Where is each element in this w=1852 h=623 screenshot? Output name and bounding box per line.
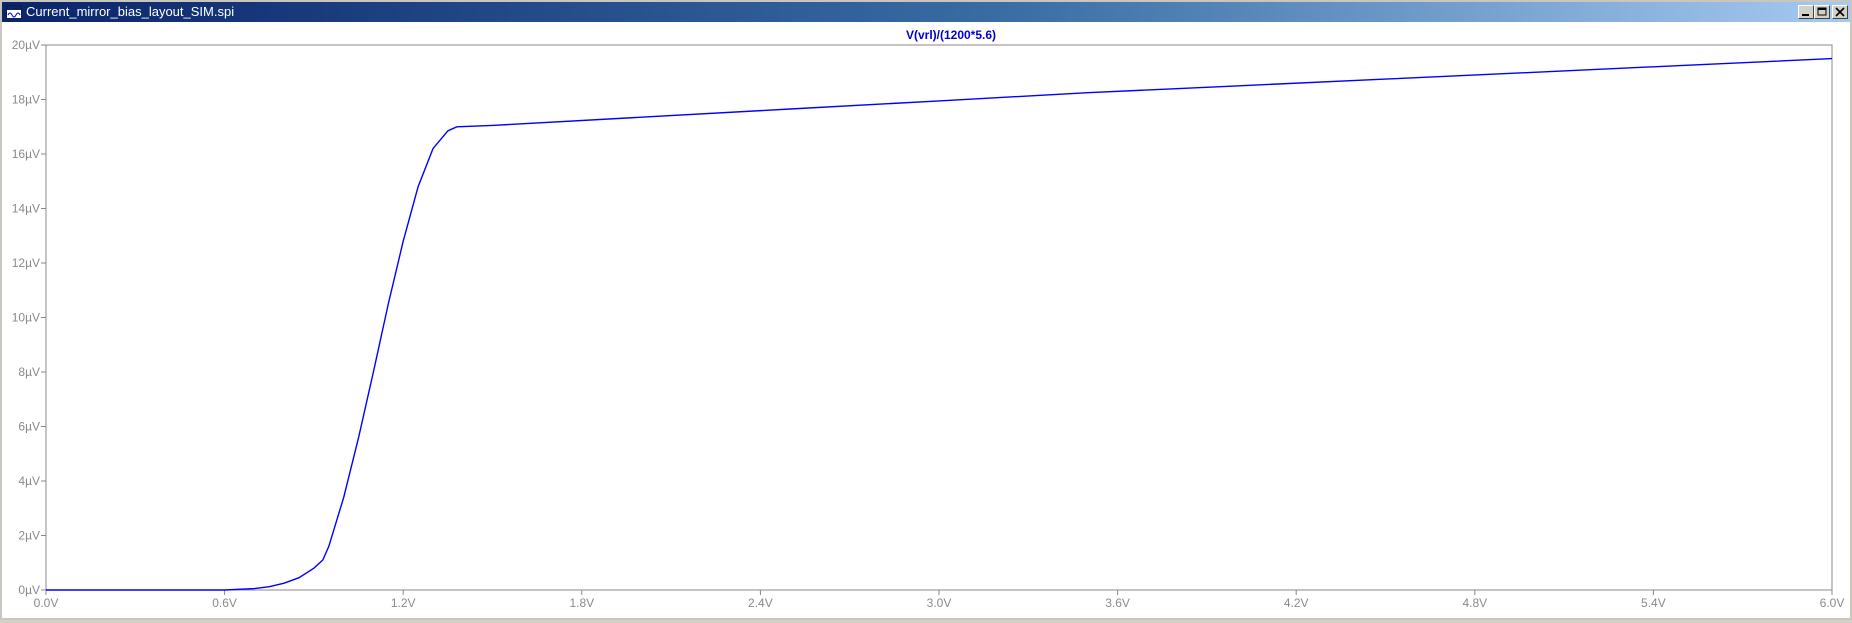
y-tick-label: 20µV	[12, 38, 40, 52]
y-tick-label: 16µV	[12, 147, 40, 161]
y-tick-label: 12µV	[12, 256, 40, 270]
y-tick-label: 10µV	[12, 311, 40, 325]
x-tick-label: 4.8V	[1462, 596, 1487, 610]
maximize-button[interactable]	[1814, 5, 1830, 19]
waveform-window: Current_mirror_bias_layout_SIM.spi 0µV 2µ…	[0, 0, 1852, 620]
window-title: Current_mirror_bias_layout_SIM.spi	[26, 4, 235, 19]
x-axis-ticks: 0.0V 0.6V 1.2V 1.8V 2.4V 3.0V 3.6V 4.2V 4.8V 5.4V…	[34, 590, 1845, 610]
y-tick-label: 2µV	[18, 529, 40, 543]
y-tick-label: 0µV	[18, 583, 40, 597]
waveform-chart[interactable]: 0µV2µV4µV6µV8µV10µV12µV14µV16µV18µV20µV …	[2, 22, 1850, 618]
x-tick-label: 2.4V	[748, 596, 773, 610]
x-tick-label: 1.8V	[569, 596, 594, 610]
x-tick-label: 3.6V	[1105, 596, 1130, 610]
series-group	[46, 57, 1833, 591]
y-tick-label: 4µV	[18, 474, 40, 488]
y-axis-ticks: 0µV 2µV 4µV 6µV 8µV 10µV 12µV 14µV 16µV 18µV 20µV	[12, 38, 46, 597]
x-tick-label: 4.2V	[1284, 596, 1309, 610]
maximize-icon	[1817, 7, 1827, 16]
x-tick-label: 1.2V	[391, 596, 416, 610]
series-line[interactable]	[46, 57, 1833, 591]
x-tick-label: 0.6V	[212, 596, 237, 610]
waveform-app-icon[interactable]	[6, 5, 22, 19]
plot-frame	[45, 44, 1833, 591]
y-tick-label: 8µV	[18, 365, 40, 379]
minimize-icon	[1802, 14, 1809, 16]
minimize-button[interactable]	[1798, 5, 1814, 19]
y-tick-label: 14µV	[12, 202, 40, 216]
trace-label[interactable]: V(vrl)/(1200*5.6)	[906, 28, 996, 42]
y-tick-label: 6µV	[18, 420, 40, 434]
x-tick-label: 5.4V	[1641, 596, 1666, 610]
x-tick-label: 0.0V	[34, 596, 59, 610]
title-bar[interactable]: Current_mirror_bias_layout_SIM.spi	[2, 2, 1850, 22]
y-tick-label: 18µV	[12, 93, 40, 107]
x-tick-label: 6.0V	[1820, 596, 1845, 610]
close-icon	[1835, 7, 1845, 17]
x-tick-label: 3.0V	[927, 596, 952, 610]
plot-pane[interactable]: 0µV 2µV 4µV 6µV 8µV 10µV 12µV 14µV 16µV 18µV 20µV …	[2, 22, 1850, 618]
close-button[interactable]	[1832, 5, 1848, 19]
